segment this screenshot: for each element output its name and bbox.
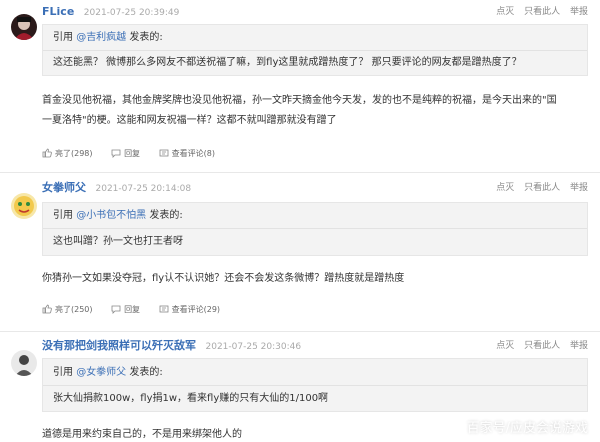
quote-divider [43, 50, 587, 51]
comment-meta: FLice 2021-07-25 20:39:49 [42, 4, 179, 20]
view-comments-label: 查看评论(29) [171, 305, 221, 314]
dislike-link[interactable]: 点灭 [496, 341, 514, 351]
thumbs-up-icon [42, 148, 52, 158]
view-comments-button[interactable]: 查看评论(29) [159, 303, 220, 317]
avatar-image-icon [11, 14, 37, 40]
quote-block: 引用 @吉利疯越 发表的: 这还能黑？ 微博那么多网友不都送祝福了嘛，到fly这… [42, 24, 588, 76]
reply-button[interactable]: 回复 [111, 147, 140, 161]
report-link[interactable]: 举报 [570, 341, 588, 351]
username[interactable]: FLice [42, 5, 74, 18]
comment-text: 你猜孙一文如果没夺冠，fly认不认识她？还会不会发这条微博？蹭热度就是蹭热度 [42, 273, 405, 284]
timestamp: 2021-07-25 20:30:46 [205, 342, 302, 352]
quote-text: 这还能黑？ 微博那么多网友不都送祝福了嘛，到fly这里就成蹭热度了？ 那只要评论… [53, 57, 522, 68]
quote-block: 引用 @女拳师父 发表的: 张大仙捐款100w，fly捐1w，看来fly赚的只有… [42, 358, 588, 412]
avatar[interactable] [11, 350, 37, 376]
quote-prefix: 引用 [53, 32, 73, 43]
quote-user[interactable]: @女拳师父 [76, 367, 126, 378]
report-link[interactable]: 举报 [570, 7, 588, 17]
thumbs-up-icon [42, 304, 52, 314]
avatar[interactable] [11, 14, 37, 40]
quote-prefix: 引用 [53, 210, 73, 221]
avatar[interactable] [11, 193, 37, 219]
only-this-user-link[interactable]: 只看此人 [524, 7, 560, 17]
reply-label: 回复 [124, 305, 141, 314]
comments-icon [159, 149, 169, 157]
reply-icon [111, 305, 121, 314]
report-link[interactable]: 举报 [570, 183, 588, 193]
quote-user[interactable]: @吉利疯越 [76, 32, 126, 43]
quote-header: 引用 @小书包不怕黑 发表的: [53, 208, 183, 224]
quote-text: 张大仙捐款100w，fly捐1w，看来fly赚的只有大仙的1/100啊 [53, 393, 329, 404]
watermark: 百家号/应皮会说游戏 [466, 421, 588, 436]
reply-icon [111, 149, 121, 158]
reply-label: 回复 [124, 149, 141, 158]
quote-user[interactable]: @小书包不怕黑 [76, 210, 146, 221]
quote-divider [43, 228, 587, 229]
comment-actions: 亮了(298) 回复 查看评论(8) [42, 147, 231, 161]
quote-suffix: 发表的: [129, 32, 163, 43]
only-this-user-link[interactable]: 只看此人 [524, 341, 560, 351]
comment-ops: 点灭 只看此人 举报 [489, 4, 588, 20]
comment-meta: 没有那把剑我照样可以歼灭敌军 2021-07-25 20:30:46 [42, 338, 301, 354]
avatar-image-icon [11, 350, 37, 376]
dislike-link[interactable]: 点灭 [496, 183, 514, 193]
view-comments-button[interactable]: 查看评论(8) [159, 147, 215, 161]
avatar-image-icon [11, 193, 37, 219]
comment-actions: 亮了(250) 回复 查看评论(29) [42, 303, 236, 317]
quote-suffix: 发表的: [129, 367, 163, 378]
like-button[interactable]: 亮了(250) [42, 303, 93, 317]
comments-icon [159, 305, 169, 313]
like-button[interactable]: 亮了(298) [42, 147, 93, 161]
only-this-user-link[interactable]: 只看此人 [524, 183, 560, 193]
timestamp: 2021-07-25 20:39:49 [83, 8, 180, 18]
comment-ops: 点灭 只看此人 举报 [489, 180, 588, 196]
username[interactable]: 没有那把剑我照样可以歼灭敌军 [42, 339, 196, 352]
quote-header: 引用 @吉利疯越 发表的: [53, 30, 163, 46]
comment-divider [0, 172, 600, 173]
username[interactable]: 女拳师父 [42, 181, 86, 194]
view-comments-label: 查看评论(8) [171, 149, 215, 158]
quote-prefix: 引用 [53, 367, 73, 378]
comment-text: 首金没见他祝福，其他金牌奖牌也没见他祝福，孙一文昨天摘金他今天发，发的也不是纯粹… [42, 95, 557, 126]
quote-divider [43, 385, 587, 386]
comment-divider [0, 331, 600, 332]
quote-block: 引用 @小书包不怕黑 发表的: 这也叫蹭？孙一文也打王者呀 [42, 202, 588, 256]
quote-suffix: 发表的: [149, 210, 183, 221]
like-count: 亮了(250) [55, 305, 93, 314]
quote-text: 这也叫蹭？孙一文也打王者呀 [53, 236, 183, 247]
quote-header: 引用 @女拳师父 发表的: [53, 365, 163, 381]
comment-ops: 点灭 只看此人 举报 [489, 338, 588, 354]
like-count: 亮了(298) [55, 149, 93, 158]
dislike-link[interactable]: 点灭 [496, 7, 514, 17]
comment-meta: 女拳师父 2021-07-25 20:14:08 [42, 180, 191, 196]
reply-button[interactable]: 回复 [111, 303, 140, 317]
timestamp: 2021-07-25 20:14:08 [95, 184, 192, 194]
